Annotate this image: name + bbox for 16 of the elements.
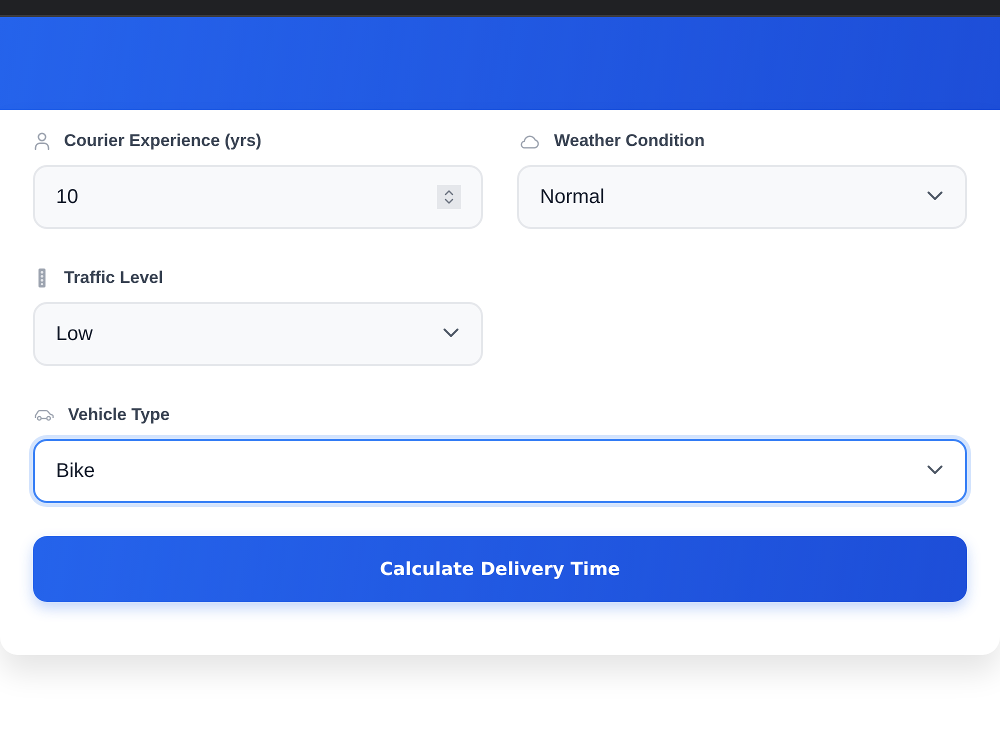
chevron-down-icon — [927, 465, 943, 475]
calculate-button[interactable]: Calculate Delivery Time — [33, 536, 967, 602]
field-label: Traffic Level — [64, 268, 164, 288]
cloud-icon — [518, 134, 540, 148]
spinner-icon — [437, 185, 461, 209]
car-icon — [34, 409, 54, 421]
field-label: Courier Experience (yrs) — [64, 130, 262, 152]
field-label: Weather Condition — [554, 130, 705, 152]
number-input-field[interactable]: 10 — [33, 165, 483, 229]
person-icon — [34, 132, 50, 150]
chevron-down-icon — [443, 328, 459, 338]
field-label: Vehicle Type — [68, 404, 170, 426]
chevron-down-icon — [927, 191, 943, 201]
dropdown-field[interactable]: Bike — [33, 439, 967, 503]
dropdown-field[interactable]: Normal — [517, 165, 967, 229]
dropdown-field[interactable]: Low — [33, 302, 483, 366]
